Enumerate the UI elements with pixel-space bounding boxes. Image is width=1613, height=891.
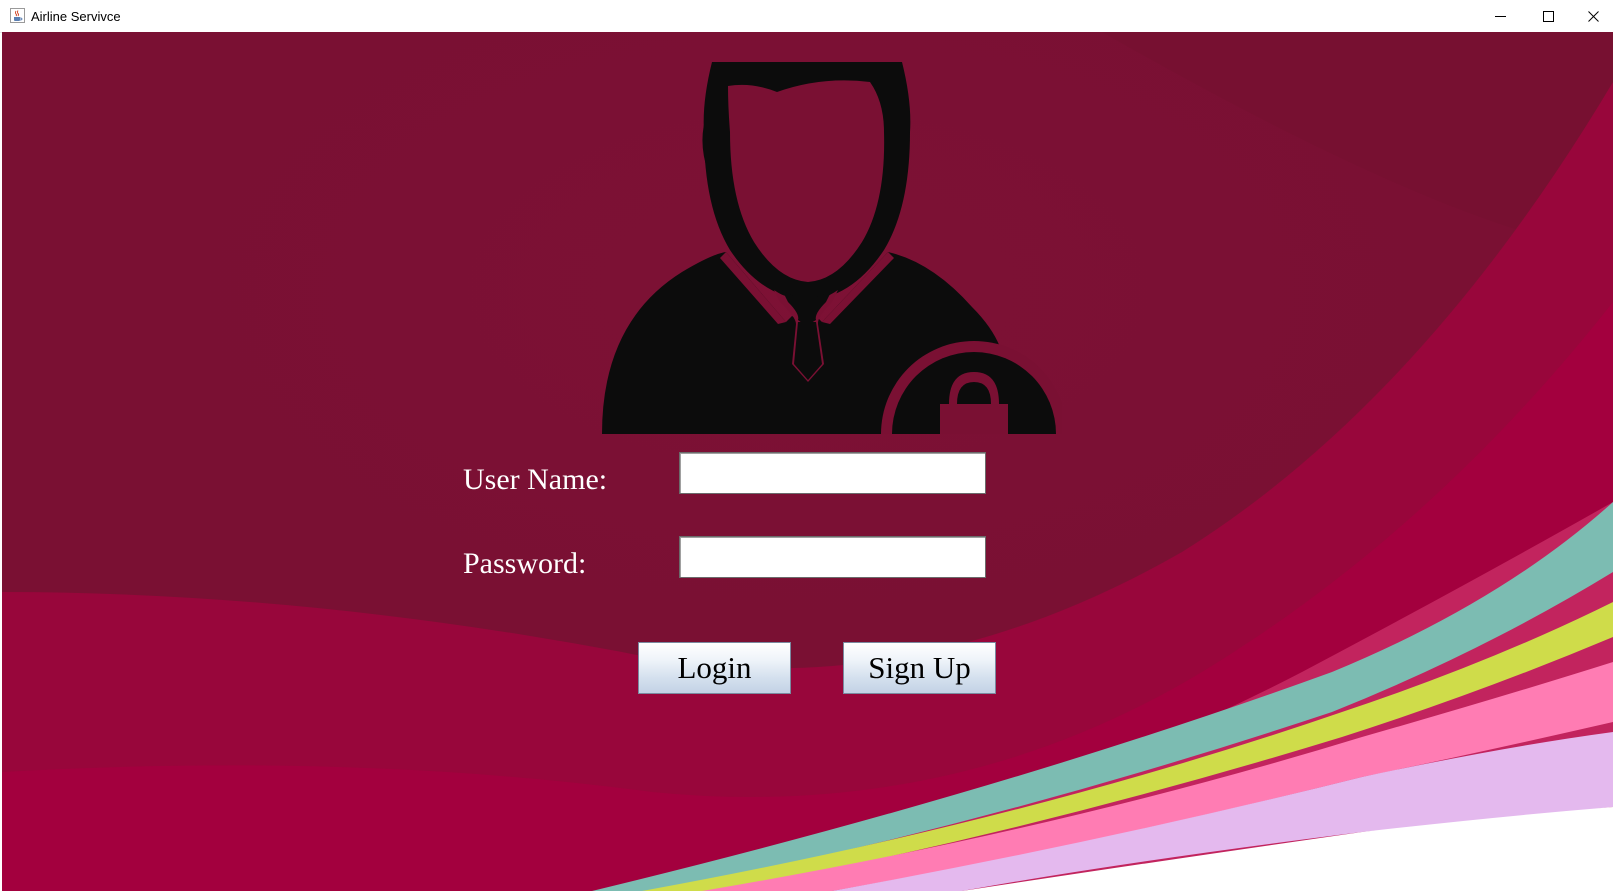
password-input[interactable]	[679, 536, 986, 578]
signup-button[interactable]: Sign Up	[843, 642, 996, 694]
close-button[interactable]	[1573, 0, 1613, 32]
maximize-icon	[1542, 10, 1554, 22]
window-title: Airline Servivce	[31, 9, 121, 24]
minimize-button[interactable]	[1477, 0, 1523, 32]
application-window: Airline Servivce User Name: Password: Lo…	[0, 0, 1613, 891]
username-label: User Name:	[463, 463, 608, 496]
password-label: Password:	[463, 547, 587, 580]
login-button[interactable]: Login	[638, 642, 791, 694]
login-panel: User Name: Password: Login Sign Up	[2, 32, 1613, 891]
java-cup-icon	[10, 8, 25, 23]
maximize-button[interactable]	[1525, 0, 1571, 32]
title-bar[interactable]: Airline Servivce	[0, 0, 1613, 33]
close-icon	[1587, 10, 1599, 22]
minimize-icon	[1494, 15, 1506, 17]
username-input[interactable]	[679, 452, 986, 494]
user-lock-icon	[602, 62, 1062, 434]
